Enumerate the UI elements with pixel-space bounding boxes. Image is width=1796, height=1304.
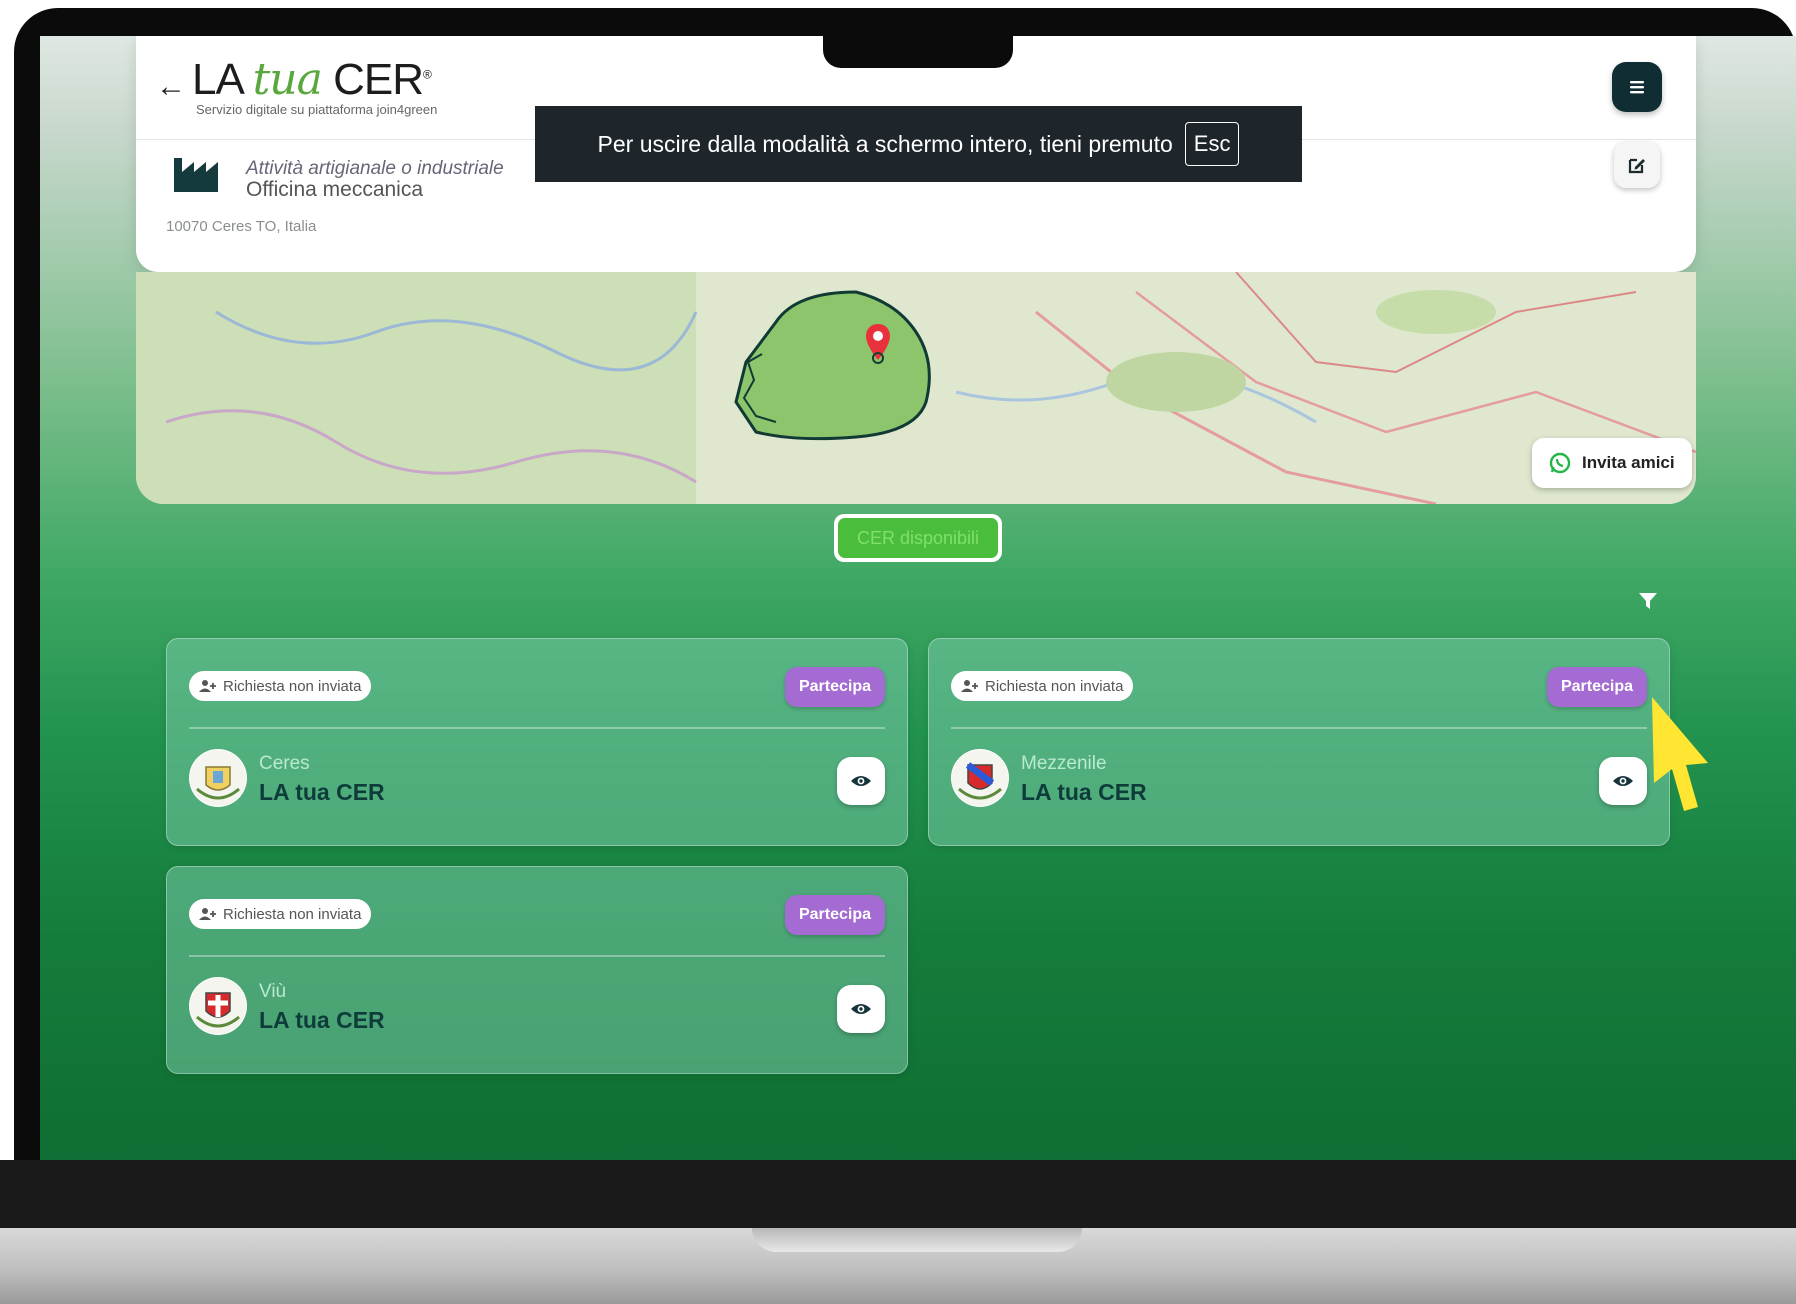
cer-available-filter[interactable]: CER disponibili bbox=[834, 514, 1002, 562]
pointer-arrow-icon bbox=[1652, 697, 1708, 811]
cer-name: LA tua CER bbox=[259, 1007, 385, 1033]
app-screen: ← LA tua CER® Servizio digitale su piatt… bbox=[40, 36, 1796, 1160]
map-canvas bbox=[136, 272, 1696, 504]
back-arrow-icon[interactable]: ← bbox=[156, 70, 186, 104]
status-text: Richiesta non inviata bbox=[223, 677, 362, 695]
eye-icon bbox=[851, 1004, 871, 1014]
cer-name: LA tua CER bbox=[259, 779, 385, 805]
facility-category: Attività artigianale o industriale bbox=[246, 158, 504, 179]
card-divider bbox=[951, 727, 1647, 729]
menu-button[interactable] bbox=[1612, 62, 1662, 112]
logo-text-cer: CER bbox=[321, 55, 424, 104]
status-text: Richiesta non inviata bbox=[223, 905, 362, 923]
status-badge: Richiesta non inviata bbox=[189, 671, 372, 701]
funnel-icon[interactable] bbox=[1638, 592, 1658, 610]
viu-crest-icon bbox=[189, 977, 247, 1035]
location-pin-icon bbox=[866, 324, 890, 364]
hamburger-icon bbox=[1630, 81, 1644, 94]
cer-available-label: CER disponibili bbox=[838, 518, 998, 558]
map-view[interactable] bbox=[136, 272, 1696, 504]
town-name: Viù bbox=[259, 981, 287, 1002]
mezzenile-crest-icon bbox=[951, 749, 1009, 807]
fullscreen-notice-text: Per uscire dalla modalità a schermo inte… bbox=[597, 130, 1173, 157]
ceres-crest-icon bbox=[189, 749, 247, 807]
factory-icon bbox=[174, 158, 218, 192]
invite-friends-label: Invita amici bbox=[1582, 453, 1675, 472]
fullscreen-exit-notice: Per uscire dalla modalità a schermo inte… bbox=[535, 106, 1302, 182]
cer-card-ceres: Richiesta non inviata Partecipa Ceres LA… bbox=[166, 638, 908, 846]
invite-friends-button[interactable]: Invita amici bbox=[1532, 438, 1692, 488]
app-logo[interactable]: LA tua CER® bbox=[192, 54, 432, 105]
user-add-icon bbox=[199, 908, 216, 920]
facility-name: Officina meccanica bbox=[246, 178, 424, 201]
edit-button[interactable] bbox=[1614, 142, 1660, 188]
logo-text-la: LA bbox=[192, 55, 253, 104]
esc-key-label: Esc bbox=[1184, 122, 1240, 166]
laptop-frame: ← LA tua CER® Servizio digitale su piatt… bbox=[0, 0, 1796, 1304]
view-button[interactable] bbox=[837, 985, 885, 1033]
edit-icon bbox=[1628, 158, 1645, 174]
laptop-hinge-lip bbox=[752, 1228, 1082, 1252]
status-badge: Richiesta non inviata bbox=[189, 899, 372, 929]
cer-card-mezzenile: Richiesta non inviata Partecipa Mezzenil… bbox=[928, 638, 1670, 846]
status-badge: Richiesta non inviata bbox=[951, 671, 1134, 701]
card-divider bbox=[189, 727, 885, 729]
laptop-chin bbox=[0, 1160, 1796, 1230]
view-button[interactable] bbox=[1599, 757, 1647, 805]
town-name: Mezzenile bbox=[1021, 753, 1107, 774]
view-button[interactable] bbox=[837, 757, 885, 805]
logo-registered-mark: ® bbox=[423, 67, 432, 82]
eye-icon bbox=[851, 776, 871, 786]
logo-subtitle: Servizio digitale su piattaforma join4gr… bbox=[196, 102, 438, 117]
cer-name: LA tua CER bbox=[1021, 779, 1147, 805]
logo-text-tua: tua bbox=[252, 54, 323, 105]
eye-icon bbox=[1613, 776, 1633, 786]
join-button[interactable]: Partecipa bbox=[784, 895, 885, 935]
camera-notch bbox=[823, 36, 1013, 68]
town-name: Ceres bbox=[259, 753, 310, 774]
status-text: Richiesta non inviata bbox=[985, 677, 1124, 695]
cer-card-viu: Richiesta non inviata Partecipa Viù LA t… bbox=[166, 866, 908, 1074]
user-add-icon bbox=[199, 680, 216, 692]
whatsapp-icon bbox=[1549, 452, 1571, 474]
facility-address: 10070 Ceres TO, Italia bbox=[166, 218, 317, 235]
user-add-icon bbox=[961, 680, 978, 692]
join-button[interactable]: Partecipa bbox=[784, 667, 885, 707]
join-button[interactable]: Partecipa bbox=[1546, 667, 1647, 707]
card-divider bbox=[189, 955, 885, 957]
